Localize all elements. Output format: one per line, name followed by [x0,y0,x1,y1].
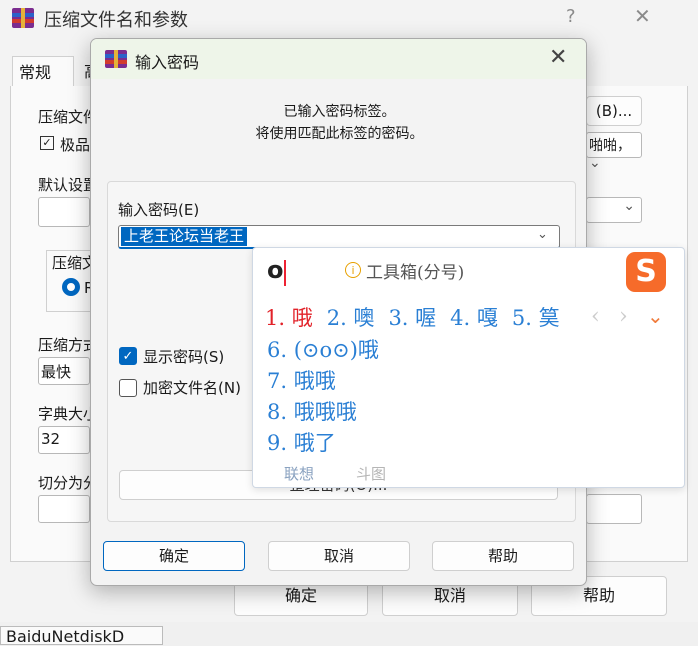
archive-format-label: 压缩文 [52,254,90,272]
dict-label: 字典大小 [38,405,90,423]
status-text: BaiduNetdiskD [6,627,125,646]
background-titlebar: 压缩文件名和参数 ? ✕ [0,0,698,36]
winrar-icon [12,8,34,28]
method-select[interactable]: 最快 [38,357,90,385]
browse-button[interactable]: (B)... [586,96,642,126]
split-label: 切分为分 [38,474,90,492]
dialog-message-line2: 将使用匹配此标签的密码。 [255,126,424,142]
password-combobox[interactable]: 上老王论坛当老王 ⌄ [118,225,560,249]
password-value: 上老王论坛当老王 [121,227,248,246]
dialog-titlebar: 输入密码 ✕ [91,39,586,79]
chevron-down-icon[interactable]: ⌄ [537,227,548,242]
tab-general[interactable]: 常规 [12,56,74,88]
show-password-label[interactable]: 显示密码(S) [143,346,224,367]
ime-association-tab[interactable]: 联想 [284,463,314,484]
ime-candidate-row: 1. 哦 2. 噢 3. 喔 4. 嘎 5. 筽 [265,302,574,332]
ime-candidate[interactable]: 3. 喔 [388,306,436,330]
ime-toolbox-tip[interactable]: 工具箱(分号) [366,258,464,283]
close-icon[interactable]: ✕ [549,45,567,70]
dict-select[interactable]: 32 [38,426,90,454]
show-password-checkbox[interactable]: ✓ [119,347,137,365]
cancel-button[interactable]: 取消 [268,541,410,571]
ime-candidate[interactable]: 8. 哦哦哦 [267,396,357,426]
ime-input-code: o [267,256,284,284]
winrar-icon [105,50,127,68]
ime-candidate[interactable]: 6. (⊙o⊙)哦 [267,334,379,364]
split-select[interactable] [38,495,90,523]
help-button[interactable]: 帮助 [432,541,574,571]
info-icon: i [345,262,361,278]
ime-candidate[interactable]: 9. 哦了 [267,427,336,457]
ime-sticker-tab[interactable]: 斗图 [356,463,386,484]
profile-field[interactable] [38,197,90,227]
format-radio[interactable] [62,278,80,296]
ime-candidate[interactable]: 2. 噢 [327,306,375,330]
password-label: 输入密码(E) [118,201,200,219]
encrypt-filenames-label[interactable]: 加密文件名(N) [143,377,241,398]
chevron-down-icon: ⌄ [623,198,635,214]
ime-candidate[interactable]: 5. 筽 [512,306,560,330]
dialog-title: 输入密码 [135,53,200,72]
ime-candidate-window: o i 工具箱(分号) S 1. 哦 2. 噢 3. 喔 4. 嘎 5. 筽 ‹ › ⌄… [252,247,685,488]
method-label: 压缩方式 [38,336,90,354]
best-checkbox[interactable]: ✓ [40,136,54,150]
ime-candidate[interactable]: 1. 哦 [265,306,313,330]
profile-label: 默认设置 [38,176,90,194]
ok-button[interactable]: 确定 [103,541,245,571]
ime-candidate[interactable]: 7. 哦哦 [267,365,336,395]
chevron-right-icon[interactable]: › [619,304,628,329]
update-mode-value: 啪啪， [589,138,631,154]
archive-name-label: 压缩文件 [38,108,90,126]
help-title-button[interactable]: ? [566,6,576,27]
ime-caret [284,260,286,286]
background-close-button[interactable]: ✕ [634,4,651,28]
encrypt-filenames-checkbox[interactable] [119,379,137,397]
chevron-down-icon[interactable]: ⌄ [647,304,664,328]
chevron-down-icon: ⌄ [589,155,601,171]
profile-right-select[interactable]: ⌄ [586,197,642,223]
best-checkbox-label: 极品 [60,136,90,154]
chevron-left-icon[interactable]: ‹ [591,304,600,329]
sogou-logo-icon[interactable]: S [626,252,666,292]
right-field[interactable] [586,494,642,524]
background-window-title: 压缩文件名和参数 [44,10,188,31]
dialog-message-line1: 已输入密码标签。 [283,104,396,120]
ime-candidate[interactable]: 4. 嘎 [450,306,498,330]
update-mode-select[interactable]: 啪啪， ⌄ [586,132,642,171]
